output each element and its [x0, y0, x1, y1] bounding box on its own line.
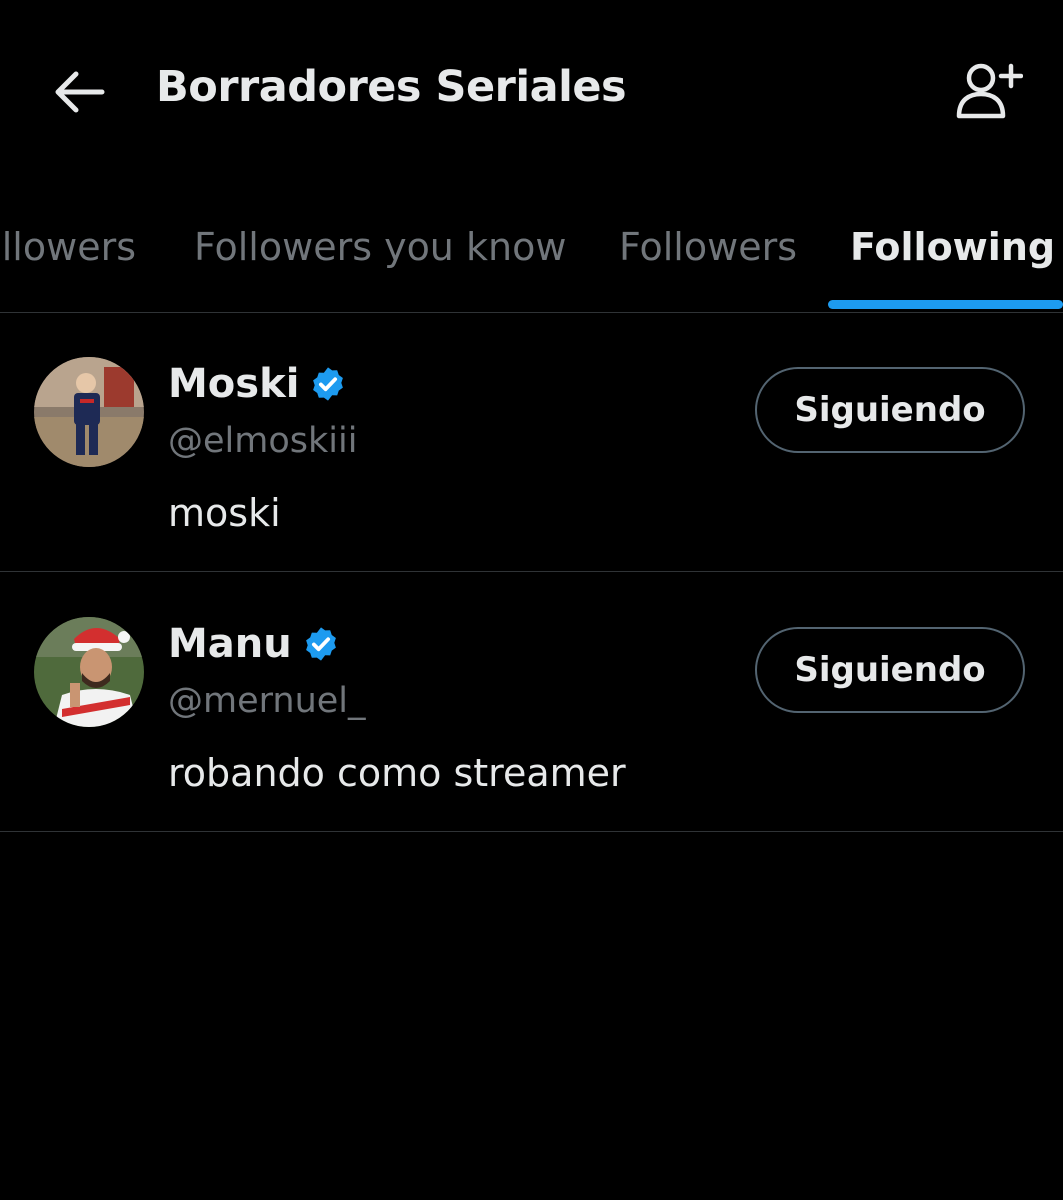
tab-followers-verified[interactable]: Followers: [0, 225, 136, 269]
following-button[interactable]: Siguiendo: [755, 627, 1025, 713]
user-bio: robando como streamer: [168, 751, 626, 795]
back-button[interactable]: [48, 62, 110, 122]
verified-badge-icon: [302, 625, 340, 663]
tab-bar: Followers Followers you know Followers F…: [0, 195, 1063, 313]
user-name-line: Moski: [168, 361, 347, 407]
tab-followers[interactable]: Followers: [619, 225, 797, 269]
tab-followers-you-know[interactable]: Followers you know: [194, 225, 566, 269]
avatar[interactable]: [34, 357, 144, 467]
arrow-left-icon: [55, 71, 105, 113]
tab-following[interactable]: Following: [850, 225, 1055, 269]
avatar[interactable]: [34, 617, 144, 727]
user-list-item[interactable]: Moski @elmoskiii moski Siguiendo: [0, 313, 1063, 572]
user-list-item[interactable]: Manu @mernuel_ robando como streamer Sig…: [0, 573, 1063, 832]
user-bio: moski: [168, 491, 281, 535]
page-title: Borradores Seriales: [156, 62, 627, 112]
user-name-line: Manu: [168, 621, 340, 667]
person-plus-icon: [956, 63, 1023, 119]
verified-badge-icon: [309, 365, 347, 403]
user-handle: @elmoskiii: [168, 421, 358, 461]
top-bar: Borradores Seriales: [0, 0, 1063, 180]
active-tab-indicator: [828, 300, 1063, 309]
user-name[interactable]: Moski: [168, 361, 299, 407]
user-name[interactable]: Manu: [168, 621, 292, 667]
user-handle: @mernuel_: [168, 681, 366, 721]
add-user-button[interactable]: [950, 58, 1026, 124]
following-button[interactable]: Siguiendo: [755, 367, 1025, 453]
